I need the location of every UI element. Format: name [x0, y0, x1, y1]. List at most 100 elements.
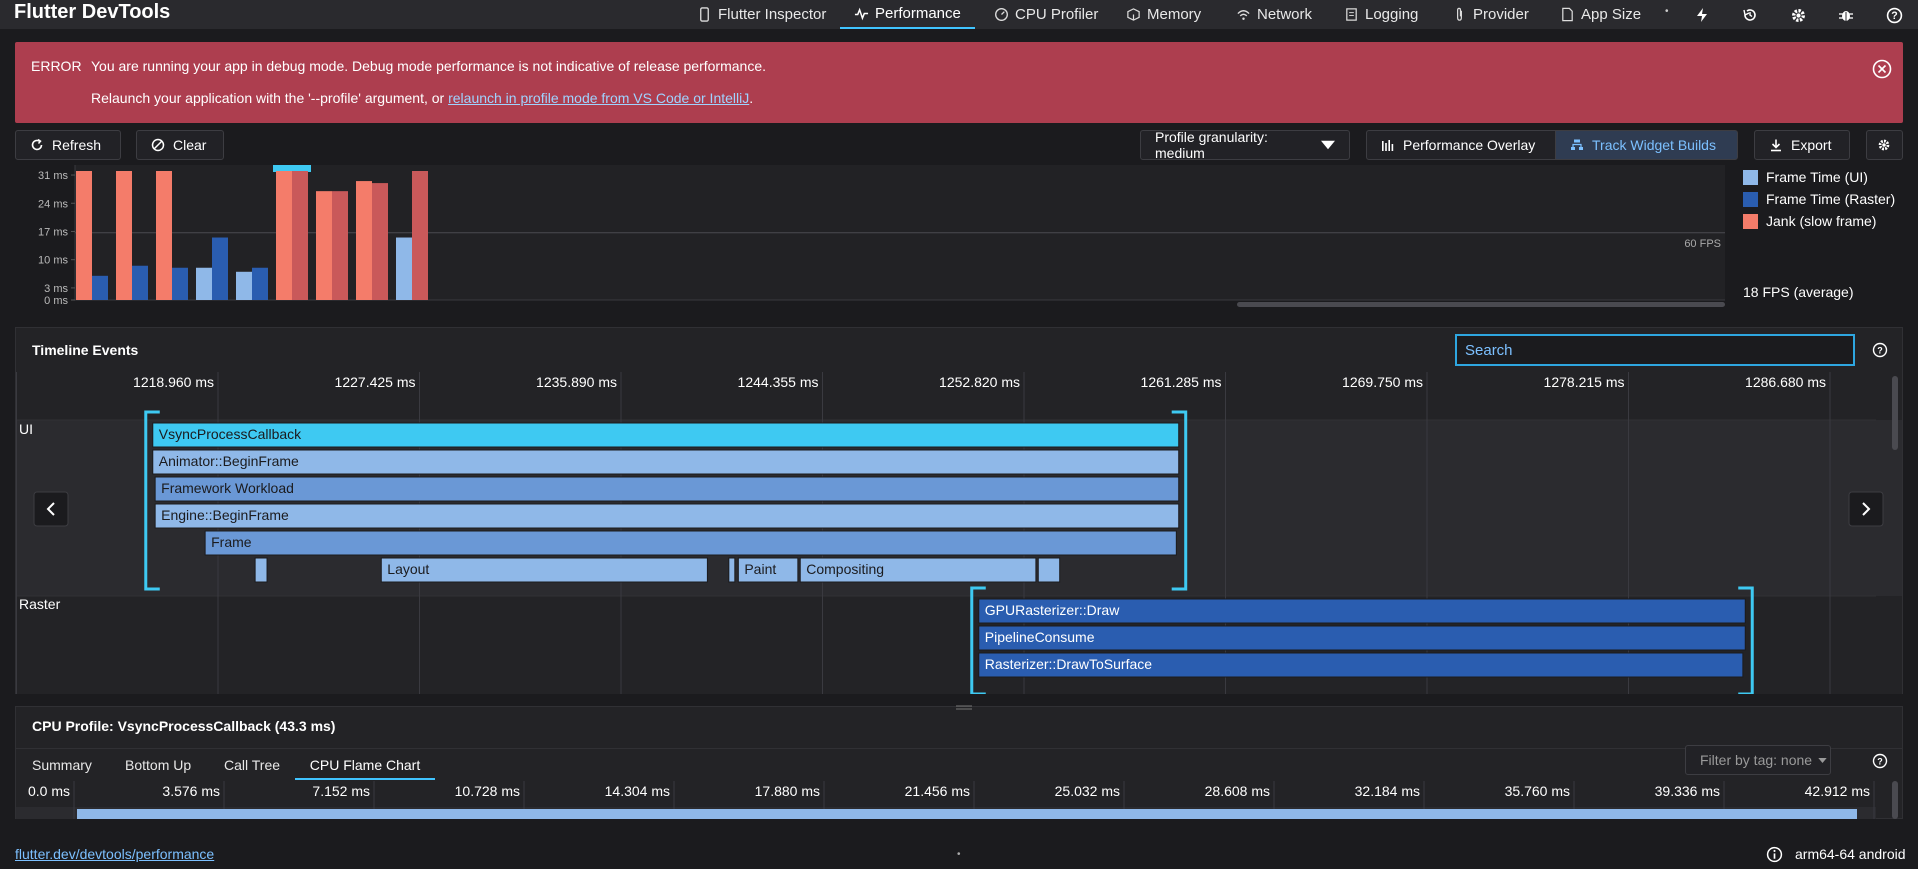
event-label: Engine::BeginFrame [161, 507, 289, 523]
dropdown-arrow-icon [1818, 757, 1827, 763]
tab-cpu-profiler[interactable]: CPU Profiler [994, 0, 1098, 29]
event-label: Frame [211, 534, 252, 550]
tab-performance[interactable]: Performance [840, 0, 975, 29]
timeline-tick-label: 1261.285 ms [1141, 374, 1222, 390]
cpu-tick-label: 42.912 ms [1805, 783, 1870, 799]
settings-icon[interactable] [1787, 4, 1809, 26]
scroll-right-button[interactable] [1848, 491, 1884, 527]
clear-button[interactable]: Clear [136, 130, 224, 160]
event-label: Animator::BeginFrame [159, 453, 299, 469]
separator-dot: • [1665, 6, 1669, 17]
history-icon[interactable] [1739, 4, 1761, 26]
ui-event-bar [1037, 557, 1061, 583]
tab-memory[interactable]: Memory [1126, 0, 1201, 29]
timeline-settings-button[interactable] [1866, 130, 1903, 160]
svg-text:?: ? [1877, 757, 1883, 767]
tab-app-size[interactable]: App Size [1560, 0, 1641, 29]
filter-label: Filter by tag: none [1700, 752, 1813, 768]
scroll-left-button[interactable] [33, 491, 69, 527]
y-tick-label: 10 ms [38, 255, 68, 267]
tab-label: Provider [1473, 6, 1529, 23]
help-icon[interactable]: ? [1883, 4, 1905, 26]
close-icon[interactable] [1872, 59, 1892, 79]
ui-lane-label: UI [19, 421, 33, 437]
error-label: ERROR [31, 58, 82, 74]
frame-bar-ui [276, 171, 292, 300]
tab-flutter-inspector[interactable]: Flutter Inspector [697, 0, 826, 29]
error-hint-suffix: . [749, 90, 754, 106]
export-button[interactable]: Export [1754, 130, 1850, 160]
info-icon[interactable] [1766, 846, 1783, 863]
legend-item-ui: Frame Time (UI) [1743, 166, 1895, 188]
timeline-search-input[interactable] [1455, 334, 1855, 366]
frame-bar-raster [332, 191, 348, 300]
cpu-flame-root-bar [77, 809, 1857, 819]
bolt-icon[interactable] [1691, 4, 1713, 26]
frame-bar-ui [236, 271, 252, 300]
y-tick-label: 3 ms [44, 283, 68, 295]
y-tick-label: 31 ms [38, 170, 68, 182]
cpu-tick-label: 35.760 ms [1505, 783, 1570, 799]
memory-icon [1126, 7, 1141, 22]
attach-icon [1452, 7, 1467, 22]
y-tick-label: 17 ms [38, 226, 68, 238]
frame-bar-raster [172, 267, 188, 300]
tab-label: Flutter Inspector [718, 6, 827, 23]
timeline-title: Timeline Events [32, 342, 139, 358]
frames-chart[interactable]: 31 ms 24 ms 17 ms 10 ms 3 ms 0 ms 60 FPS [15, 165, 1727, 307]
ui-event-bar [152, 449, 1180, 475]
track-widget-builds-button[interactable]: Track Widget Builds [1555, 130, 1738, 160]
cpu-scrollbar [1892, 781, 1898, 819]
event-label: GPURasterizer::Draw [985, 602, 1120, 618]
frame-bar-raster [412, 171, 428, 300]
performance-overlay-button[interactable]: Performance Overlay [1366, 130, 1556, 160]
tab-cpu-flame-chart[interactable]: CPU Flame Chart [295, 750, 435, 780]
tab-provider[interactable]: Provider [1452, 0, 1529, 29]
tab-network[interactable]: Network [1236, 0, 1312, 29]
frame-bar-raster [372, 183, 388, 300]
frame-bar-ui [156, 171, 172, 300]
tab-call-tree[interactable]: Call Tree [224, 750, 288, 780]
frame-bar-ui [76, 171, 92, 300]
refresh-icon [30, 138, 44, 152]
cpu-tick-label: 32.184 ms [1355, 783, 1420, 799]
help-icon[interactable]: ? [1872, 753, 1888, 769]
frame-bar-ui [116, 171, 132, 300]
refresh-button[interactable]: Refresh [15, 130, 121, 160]
timeline-tick-label: 1235.890 ms [536, 374, 617, 390]
cpu-tick-label: 21.456 ms [905, 783, 970, 799]
y-tick-label: 24 ms [38, 198, 68, 210]
error-message: You are running your app in debug mode. … [91, 58, 767, 74]
timeline-flame-chart[interactable]: 1218.960 ms 1227.425 ms 1235.890 ms 1244.35… [16, 372, 1902, 694]
frame-bar-ui [356, 181, 372, 300]
ui-event-bar [728, 557, 736, 583]
filter-by-tag-dropdown[interactable]: Filter by tag: none [1685, 745, 1831, 775]
cpu-flame-chart[interactable]: 0.0 ms 3.576 ms 7.152 ms 10.728 ms 14.304 ms… [16, 781, 1902, 819]
timeline-tick-label: 1278.215 ms [1544, 374, 1625, 390]
cpu-profile-title: CPU Profile: VsyncProcessCallback (43.3 … [32, 718, 336, 734]
timeline-tick-label: 1218.960 ms [133, 374, 214, 390]
cpu-tick-label: 14.304 ms [605, 783, 670, 799]
frame-bar-raster [132, 265, 148, 300]
relaunch-profile-link[interactable]: relaunch in profile mode from VS Code or… [448, 90, 749, 106]
timeline-panel: Timeline Events ? 1218.960 ms 1227.425 ms… [15, 327, 1903, 694]
help-icon[interactable]: ? [1872, 342, 1888, 358]
tab-logging[interactable]: Logging [1344, 0, 1418, 29]
bug-icon[interactable] [1835, 4, 1857, 26]
cpu-tick-label: 39.336 ms [1655, 783, 1720, 799]
cpu-tick-label: 28.608 ms [1205, 783, 1270, 799]
pulse-icon [854, 6, 869, 21]
docs-link[interactable]: flutter.dev/devtools/performance [15, 846, 214, 862]
tab-summary[interactable]: Summary [32, 750, 98, 780]
event-label: VsyncProcessCallback [159, 426, 302, 442]
ui-event-bar [154, 503, 1180, 529]
widget-tree-icon [1570, 138, 1584, 152]
svg-text:?: ? [1891, 10, 1897, 22]
drag-handle-icon[interactable] [956, 705, 972, 711]
y-tick-label: 0 ms [44, 295, 68, 307]
granularity-dropdown[interactable]: Profile granularity: medium [1140, 129, 1350, 161]
tab-bottom-up[interactable]: Bottom Up [125, 750, 201, 780]
export-label: Export [1791, 137, 1832, 153]
legend-item-raster: Frame Time (Raster) [1743, 188, 1895, 210]
fps-average: 18 FPS (average) [1743, 284, 1854, 300]
